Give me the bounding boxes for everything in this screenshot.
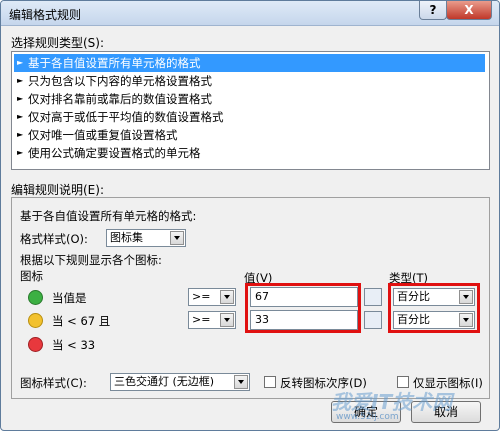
watermark-url: www.52ij.com <box>336 412 399 422</box>
rule-subheading: 基于各自值设置所有单元格的格式: <box>20 209 197 223</box>
operator-select[interactable]: >= <box>188 311 236 329</box>
show-icon-rule-label: 根据以下规则显示各个图标: <box>20 253 162 267</box>
rule-type-heading: 选择规则类型(S): <box>11 36 105 50</box>
green-light-icon <box>28 290 43 305</box>
yellow-light-icon <box>28 313 43 328</box>
rule-type-list[interactable]: ► 基于各自值设置所有单元格的格式 ► 只为包含以下内容的单元格设置格式 ► 仅对排名… <box>11 51 490 170</box>
rule-row-desc: 当 < 67 且 <box>52 314 111 328</box>
help-button[interactable]: ? <box>419 1 447 20</box>
rule-type-item[interactable]: ► 仅对排名靠前或靠后的数值设置格式 <box>14 90 485 108</box>
rule-row-desc: 当 < 33 <box>52 338 96 352</box>
icon-style-label: 图标样式(C): <box>20 376 87 390</box>
arrow-right-icon: ► <box>17 94 24 103</box>
chevron-down-icon <box>170 231 184 245</box>
arrow-right-icon: ► <box>17 112 24 121</box>
chevron-down-icon <box>220 313 234 327</box>
arrow-right-icon: ► <box>17 148 24 157</box>
icon-style-select[interactable]: 三色交通灯 (无边框) <box>110 373 250 391</box>
value-highlight-box <box>245 283 361 333</box>
arrow-right-icon: ► <box>17 58 24 67</box>
rule-desc-heading: 编辑规则说明(E): <box>11 183 104 197</box>
arrow-right-icon: ► <box>17 130 24 139</box>
reverse-order-checkbox[interactable] <box>264 376 276 388</box>
operator-select[interactable]: >= <box>188 288 236 306</box>
edit-format-rule-dialog: 编辑格式规则 ? X 选择规则类型(S): ► 基于各自值设置所有单元格的格式 ►… <box>0 0 500 431</box>
dialog-title: 编辑格式规则 <box>9 8 82 22</box>
close-button[interactable]: X <box>446 1 492 20</box>
red-light-icon <box>28 337 43 352</box>
rule-type-item[interactable]: ► 只为包含以下内容的单元格设置格式 <box>14 72 485 90</box>
watermark-logo: 我爱IT技术网 <box>331 390 453 414</box>
arrow-right-icon: ► <box>17 76 24 85</box>
chevron-down-icon <box>234 375 248 389</box>
rule-type-item[interactable]: ► 仅对唯一值或重复值设置格式 <box>14 126 485 144</box>
cell-reference-button[interactable] <box>364 311 382 329</box>
rule-type-item[interactable]: ► 仅对高于或低于平均值的数值设置格式 <box>14 108 485 126</box>
rule-type-item[interactable]: ► 基于各自值设置所有单元格的格式 <box>14 54 485 72</box>
cell-reference-button[interactable] <box>364 288 382 306</box>
format-style-select[interactable]: 图标集 <box>106 229 186 247</box>
rule-row-desc: 当值是 <box>52 291 87 305</box>
chevron-down-icon <box>220 290 234 304</box>
rule-type-item[interactable]: ► 使用公式确定要设置格式的单元格 <box>14 144 485 162</box>
title-bar: 编辑格式规则 ? X <box>1 1 499 26</box>
rule-desc-panel: 基于各自值设置所有单元格的格式: 格式样式(O): 图标集 根据以下规则显示各个… <box>11 197 490 399</box>
type-highlight-box <box>388 283 480 333</box>
icon-column-header: 图标 <box>20 269 43 283</box>
format-style-label: 格式样式(O): <box>20 232 88 246</box>
